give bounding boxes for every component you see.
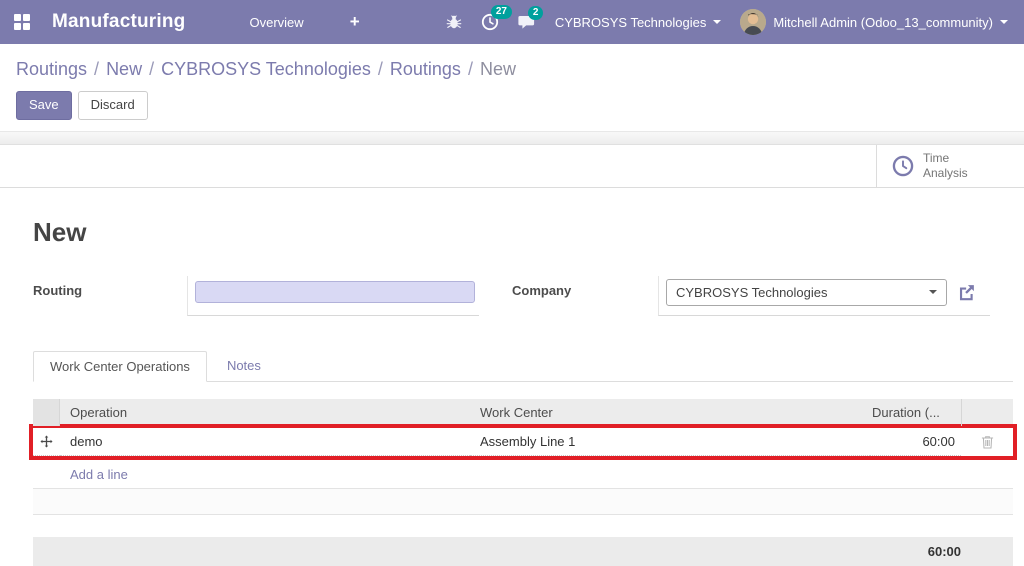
time-analysis-button[interactable]: Time Analysis (876, 144, 1024, 187)
column-header-work-center[interactable]: Work Center (470, 399, 870, 426)
row-drag-handle[interactable] (33, 428, 60, 456)
cell-operation[interactable]: demo (60, 428, 470, 456)
duration-total-row: 60:00 (33, 536, 1013, 566)
control-panel-buttons: Save Discard (16, 91, 1008, 120)
breadcrumb-separator: / (377, 59, 383, 79)
trash-icon (981, 436, 993, 449)
company-switcher-label: CYBROSYS Technologies (554, 14, 707, 30)
save-button[interactable]: Save (16, 91, 72, 120)
routing-input[interactable] (195, 281, 475, 304)
record-title: New (33, 216, 87, 247)
company-field-cell: CYBROSYS Technologies (658, 275, 990, 316)
company-select[interactable]: CYBROSYS Technologies (666, 278, 947, 306)
discard-button[interactable]: Discard (77, 91, 148, 120)
app-title[interactable]: Manufacturing (52, 11, 186, 33)
navbar-systray: 27 2 CYBROSYS Technologies Mitchell Admi… (446, 5, 1008, 35)
tab-notes[interactable]: Notes (207, 351, 281, 382)
external-link-icon[interactable] (957, 283, 976, 302)
clock-icon (892, 155, 914, 177)
breadcrumb-current: New (479, 59, 516, 79)
delete-row-button[interactable] (961, 428, 1013, 456)
form-sheet: New Routing Company CYBROSYS Technologie… (0, 217, 1024, 566)
form-fields: Routing Company CYBROSYS Technologies (33, 275, 1013, 316)
add-a-line-link[interactable]: Add a line (33, 460, 1013, 488)
empty-list-band (33, 487, 1013, 515)
stat-button-box: Time Analysis (0, 144, 1024, 188)
bug-icon (446, 15, 462, 29)
move-icon (40, 435, 53, 448)
company-field-group: Company CYBROSYS Technologies (512, 275, 990, 316)
breadcrumb-separator: / (94, 59, 100, 79)
breadcrumb-link[interactable]: Routings (16, 59, 87, 79)
activities-button[interactable]: 27 (481, 5, 512, 31)
cell-work-center[interactable]: Assembly Line 1 (470, 428, 870, 456)
chevron-down-icon (929, 290, 937, 295)
apps-menu-icon[interactable] (14, 14, 30, 30)
list-header: Operation Work Center Duration (... (33, 398, 1013, 426)
routing-field-group: Routing (33, 275, 479, 316)
plus-icon[interactable]: + (350, 12, 360, 32)
chevron-down-icon (713, 20, 722, 24)
column-header-duration[interactable]: Duration (... (870, 399, 961, 426)
operations-list: Operation Work Center Duration (... demo… (29, 398, 1017, 566)
breadcrumb-link[interactable]: New (106, 59, 142, 79)
top-navbar: Manufacturing Overview + 27 2 CYBROSYS T… (0, 0, 1024, 44)
company-switcher[interactable]: CYBROSYS Technologies (555, 15, 722, 30)
routing-field-label: Routing (33, 282, 83, 298)
notebook-tabs: Work Center Operations Notes (33, 350, 1013, 382)
activity-count-badge: 27 (490, 5, 512, 19)
breadcrumb-link[interactable]: CYBROSYS Technologies (161, 59, 371, 79)
debug-bug-icon[interactable] (446, 14, 462, 30)
user-avatar (740, 9, 767, 35)
column-header-operation[interactable]: Operation (60, 399, 470, 426)
breadcrumb: Routings / New / CYBROSYS Technologies / Routi… (16, 59, 1008, 80)
duration-total-value: 60:00 (927, 543, 961, 559)
chevron-down-icon (1000, 20, 1008, 24)
cell-duration[interactable]: 60:00 (870, 428, 961, 456)
breadcrumb-separator: / (149, 59, 155, 79)
annotation-highlight-box: demo Assembly Line 1 60:00 (29, 423, 1017, 460)
breadcrumb-link[interactable]: Routings (390, 59, 461, 79)
table-row[interactable]: demo Assembly Line 1 60:00 (33, 427, 1013, 456)
handle-column-header (33, 398, 60, 426)
user-menu[interactable]: Mitchell Admin (Odoo_13_community) (740, 9, 1008, 35)
breadcrumb-separator: / (467, 59, 473, 79)
tab-work-center-operations[interactable]: Work Center Operations (33, 350, 207, 382)
company-field-label: Company (512, 282, 572, 298)
company-select-value: CYBROSYS Technologies (676, 284, 828, 300)
status-bar-strip (0, 130, 1024, 145)
time-analysis-label-line1: Time (923, 150, 950, 165)
routing-field-cell (187, 275, 479, 316)
message-count-badge: 2 (527, 6, 544, 20)
messages-button[interactable]: 2 (518, 6, 544, 30)
trash-column-header (961, 398, 1013, 426)
control-panel: Routings / New / CYBROSYS Technologies / Routi… (0, 44, 1024, 131)
time-analysis-label: Time Analysis (923, 151, 968, 181)
time-analysis-label-line2: Analysis (923, 165, 968, 180)
menu-overview[interactable]: Overview (250, 15, 304, 30)
user-menu-label: Mitchell Admin (Odoo_13_community) (773, 14, 993, 30)
